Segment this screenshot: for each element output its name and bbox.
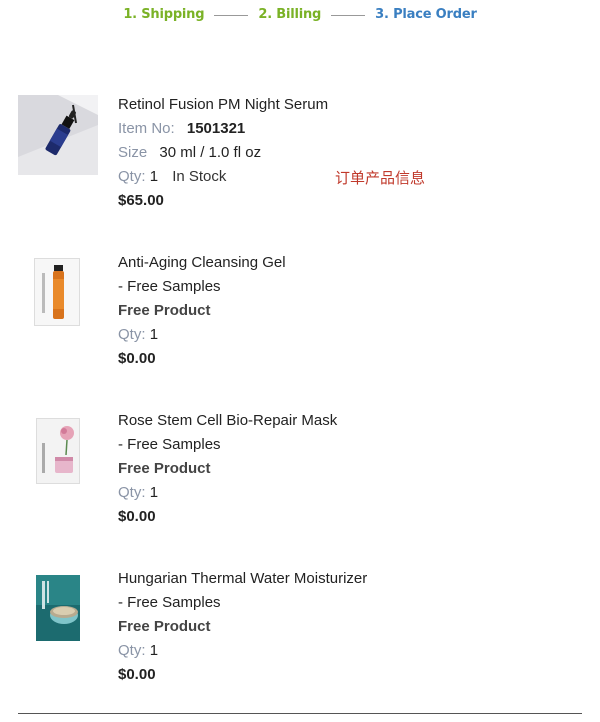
serum-bottle-image[interactable]: [18, 95, 98, 175]
step-billing[interactable]: 2. Billing: [258, 7, 321, 22]
qty-value: 1: [149, 642, 159, 659]
price: $0.00: [118, 350, 156, 367]
stock-status: In Stock: [172, 168, 227, 185]
free-samples-note: - Free Samples: [118, 436, 221, 453]
product-name[interactable]: Hungarian Thermal Water Moisturizer: [118, 567, 418, 591]
free-samples-note: - Free Samples: [118, 278, 221, 295]
free-product-label: Free Product: [118, 460, 211, 477]
product-name[interactable]: Anti-Aging Cleansing Gel: [118, 251, 418, 275]
qty-label: Qty:: [118, 484, 146, 501]
order-item: Retinol Fusion PM Night Serum Item No: 1…: [0, 93, 600, 213]
qty-value: 1: [149, 168, 159, 185]
order-info-annotation: 订单产品信息: [335, 169, 426, 187]
step-place-order[interactable]: 3. Place Order: [375, 7, 477, 22]
qty-label: Qty:: [118, 642, 146, 659]
qty-value: 1: [149, 326, 159, 343]
product-name[interactable]: Rose Stem Cell Bio-Repair Mask: [118, 409, 418, 433]
step-connector: [214, 14, 249, 16]
qty-value: 1: [149, 484, 159, 501]
free-product-label: Free Product: [118, 618, 211, 635]
mask-sachet-image[interactable]: [36, 418, 80, 484]
free-product-label: Free Product: [118, 302, 211, 319]
order-item: Anti-Aging Cleansing Gel - Free Samples …: [0, 251, 600, 371]
size-label: Size: [118, 144, 148, 161]
divider: [18, 713, 582, 714]
order-item: Rose Stem Cell Bio-Repair Mask - Free Sa…: [0, 409, 600, 529]
item-no-value: 1501321: [186, 120, 246, 137]
free-samples-note: - Free Samples: [118, 594, 221, 611]
size-value: 30 ml / 1.0 fl oz: [159, 144, 262, 161]
qty-label: Qty:: [118, 168, 146, 185]
product-name[interactable]: Retinol Fusion PM Night Serum: [118, 93, 418, 117]
price: $65.00: [118, 192, 164, 209]
checkout-steps: 1. Shipping 2. Billing 3. Place Order: [0, 4, 600, 24]
order-item: Hungarian Thermal Water Moisturizer - Fr…: [0, 567, 600, 687]
price: $0.00: [118, 508, 156, 525]
price: $0.00: [118, 666, 156, 683]
step-shipping[interactable]: 1. Shipping: [123, 7, 204, 22]
step-connector: [331, 14, 366, 16]
qty-label: Qty:: [118, 326, 146, 343]
item-no-label: Item No:: [118, 120, 175, 137]
moisturizer-sachet-image[interactable]: [36, 575, 80, 641]
cleansing-gel-sachet-image[interactable]: [34, 258, 80, 326]
